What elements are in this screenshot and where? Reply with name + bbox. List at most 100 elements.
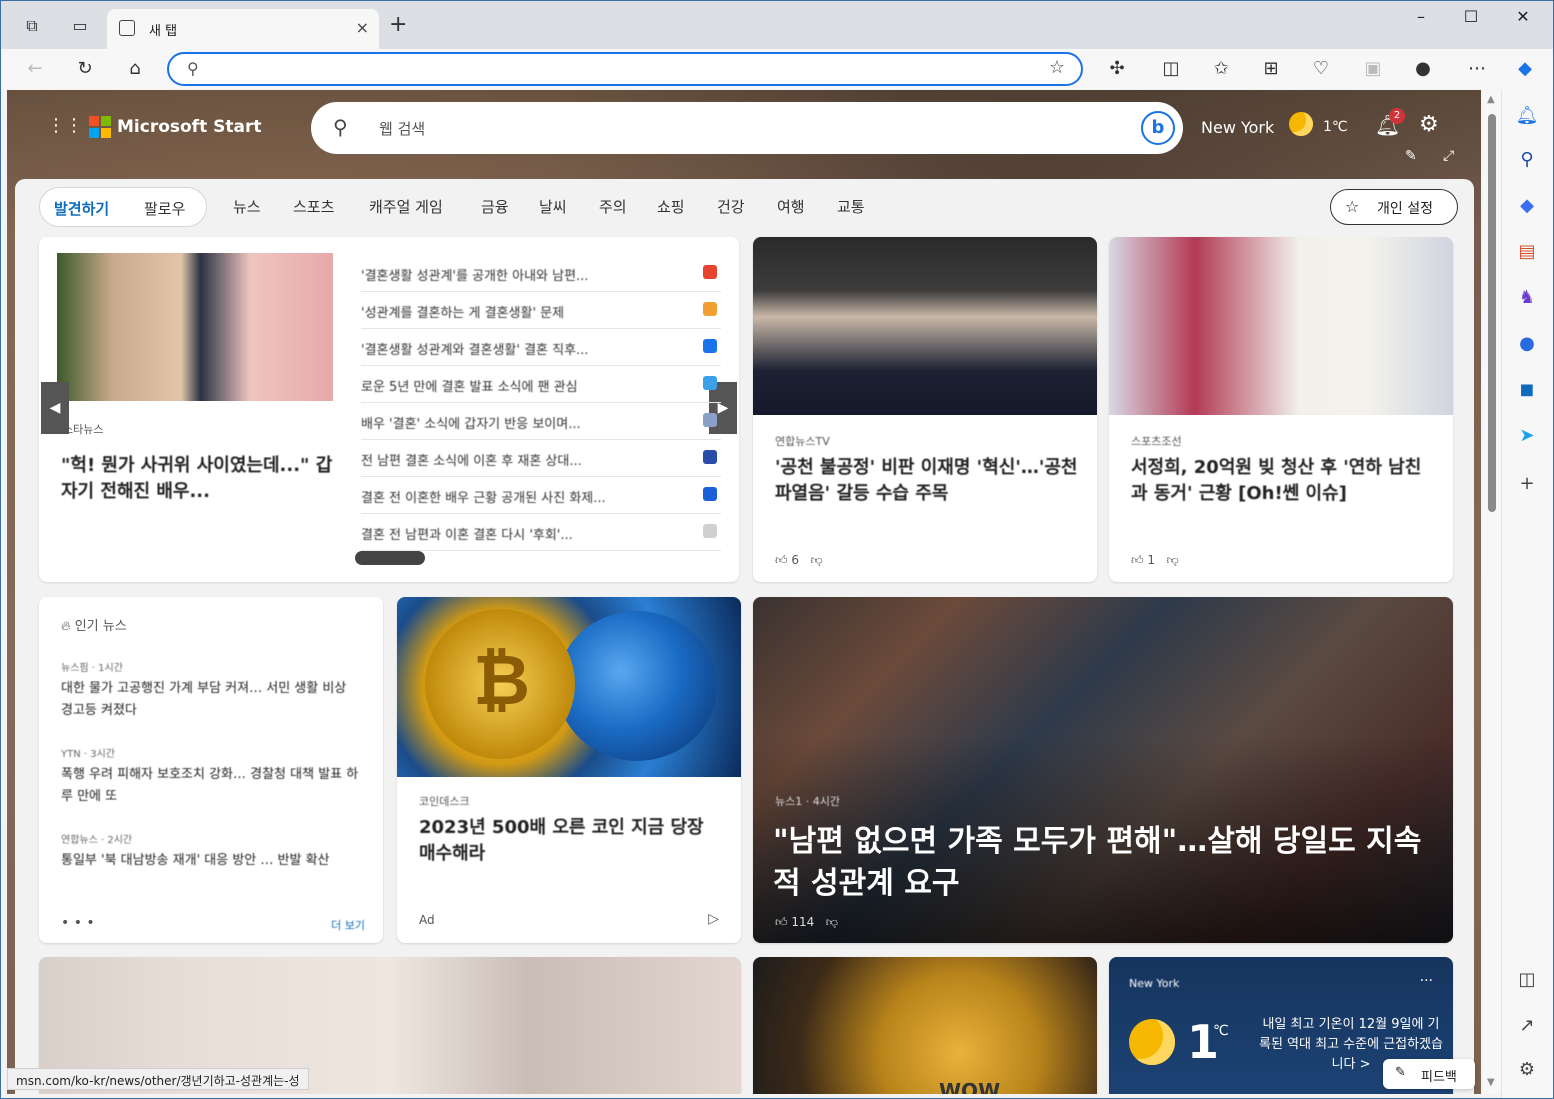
app-launcher-icon[interactable]: ⋮⋮ [47, 116, 83, 136]
news-card-source: 스포츠조선 [1131, 435, 1182, 448]
news-card[interactable]: 연합뉴스TV '공천 불공정' 비판 이재명 '혁신'…'공천 파열음' 갈등 … [753, 237, 1097, 582]
carousel-photo[interactable] [57, 253, 333, 401]
scroll-up-icon[interactable]: ▲ [1487, 94, 1495, 105]
nav-item-finance[interactable]: 금융 [481, 196, 509, 217]
sidebar-add-icon[interactable]: + [1515, 472, 1539, 496]
browser-essentials-icon[interactable]: ♡ [1309, 57, 1333, 81]
ad-choices-icon[interactable]: ▷ [708, 911, 719, 927]
copilot-icon[interactable]: ◆ [1513, 57, 1537, 81]
nav-item-shopping[interactable]: 쇼핑 [657, 196, 685, 217]
ad-source: 코인데스크 [419, 795, 470, 808]
ad-headline[interactable]: 2023년 500배 오른 코인 지금 당장 매수해라 [419, 815, 725, 867]
dogecoin-card[interactable]: WOW [753, 957, 1097, 1094]
maximize-button[interactable]: ☐ [1451, 7, 1491, 26]
nav-item-attention[interactable]: 주의 [599, 196, 627, 217]
nav-item-weather[interactable]: 날씨 [539, 196, 567, 217]
nav-item-traffic[interactable]: 교통 [837, 196, 865, 217]
feature-news-card[interactable]: 뉴스1 · 4시간 "남편 없으면 가족 모두가 편해"…살해 당일도 지속적 … [753, 597, 1453, 943]
list-item[interactable]: 결혼 전 남편과 이혼 결혼 다시 '후회'... [361, 514, 721, 551]
new-tab-button[interactable]: + [389, 14, 407, 36]
news-card-headline[interactable]: '공천 불공정' 비판 이재명 '혁신'…'공천 파열음' 갈등 수습 주목 [775, 455, 1081, 507]
nav-item-health[interactable]: 건강 [717, 196, 745, 217]
sidebar-shopping-icon[interactable]: ◆ [1515, 194, 1539, 218]
trending-card: 🔥︎ 인기 뉴스 뉴스핌 · 1시간 대한 물가 고공행진 가계 부담 커져… … [39, 597, 383, 943]
list-item[interactable]: 로운 5년 만에 결혼 발표 소식에 팬 관심 [361, 366, 721, 403]
home-icon[interactable]: ⌂ [123, 57, 147, 81]
weather-card-city[interactable]: New York [1129, 977, 1179, 990]
trending-item[interactable]: 뉴스핌 · 1시간 대한 물가 고공행진 가계 부담 커져… 서민 생활 비상 … [61, 659, 361, 722]
list-item[interactable]: '결혼생활 성관계'를 공개한 아내와 남편... [361, 255, 721, 292]
scroll-thumb[interactable] [1488, 114, 1496, 512]
sidebar-notifications-icon[interactable]: 🔔︎ [1515, 104, 1539, 128]
page-scrollbar[interactable]: ▲ ▼ [1483, 90, 1501, 1094]
favorites-icon[interactable]: ✩ [1209, 57, 1233, 81]
profile-avatar-icon[interactable]: ● [1411, 57, 1435, 81]
trending-item[interactable]: YTN · 3시간 폭행 우려 피해자 보호조치 강화… 경찰청 대책 발표 하… [61, 745, 361, 808]
carousel-headline[interactable]: "헉! 뭔가 사귀위 사이였는데..." 갑자기 전해진 배우... [61, 453, 337, 505]
news-card-image[interactable] [1109, 237, 1453, 415]
nav-item-casual-games[interactable]: 캐주얼 게임 [369, 196, 443, 217]
see-more-link[interactable]: 더 보기 [331, 917, 365, 933]
minimize-button[interactable]: – [1401, 7, 1441, 26]
sidebar-settings-icon[interactable]: ⚙ [1515, 1058, 1539, 1082]
news-card-headline[interactable]: 서정희, 20억원 빚 청산 후 '연하 남친과 동거' 근황 [Oh!쎈 이슈… [1131, 455, 1437, 507]
favorite-star-icon[interactable]: ☆ [1049, 57, 1065, 78]
sidebar-m365-icon[interactable]: ● [1515, 332, 1539, 356]
sidebar-games-icon[interactable]: ♞ [1515, 286, 1539, 310]
news-card-image[interactable] [753, 237, 1097, 415]
list-item[interactable]: 결혼 전 이혼한 배우 근황 공개된 사진 화제... [361, 477, 721, 514]
nav-item-travel[interactable]: 여행 [777, 196, 805, 217]
list-item[interactable]: '성관계를 결혼하는 게 결혼생활' 문제 [361, 292, 721, 329]
weather-more-icon[interactable]: ··· [1420, 973, 1433, 989]
personalize-button[interactable]: ☆ 개인 설정 [1330, 189, 1458, 225]
sidebar-search-icon[interactable]: ⚲ [1515, 148, 1539, 172]
more-menu-icon[interactable]: ⋯ [1465, 57, 1489, 81]
news-card-likes[interactable]: 👍︎ 6 👎︎ [775, 553, 823, 568]
sidebar-drop-icon[interactable]: ➤ [1515, 424, 1539, 448]
list-item[interactable]: 전 남편 결혼 소식에 이혼 후 재혼 상대... [361, 440, 721, 477]
extensions-icon[interactable]: ✣ [1105, 57, 1129, 81]
tab-close-icon[interactable]: × [356, 18, 369, 37]
more-options-icon[interactable]: • • • [61, 915, 95, 931]
nav-item-sports[interactable]: 스포츠 [293, 196, 334, 217]
news-card[interactable]: 스포츠조선 서정희, 20억원 빚 청산 후 '연하 남친과 동거' 근황 [O… [1109, 237, 1453, 582]
bing-chat-icon[interactable]: b [1141, 111, 1175, 145]
web-search-box[interactable]: ⚲ 웹 검색 b [311, 102, 1183, 154]
tab-discover[interactable]: 발견하기 [54, 198, 109, 219]
background-edit-icon[interactable]: ✎ [1405, 148, 1417, 164]
list-item[interactable]: 배우 '결혼' 소식에 갑자기 반응 보이며... [361, 403, 721, 440]
carousel-pager[interactable] [355, 551, 425, 565]
feedback-button[interactable]: ✎ 피드백 [1383, 1059, 1475, 1089]
address-bar[interactable]: ⚲ ☆ [167, 52, 1083, 86]
ad-card-image[interactable]: ₿ [397, 597, 741, 777]
tab-follow[interactable]: 팔로우 [144, 198, 185, 219]
weather-location[interactable]: New York [1201, 118, 1274, 137]
workspaces-icon[interactable]: ⧉ [21, 15, 43, 37]
refresh-icon[interactable]: ↻ [73, 57, 97, 81]
news-feed: 발견하기 팔로우 뉴스 스포츠 캐주얼 게임 금융 날씨 주의 쇼핑 건강 여행… [15, 179, 1474, 1094]
scroll-down-icon[interactable]: ▼ [1487, 1077, 1495, 1088]
list-item[interactable]: '결혼생활 성관계와 결혼생활' 결혼 직후... [361, 329, 721, 366]
weather-temperature[interactable]: 1℃ [1323, 119, 1348, 135]
nav-item-news[interactable]: 뉴스 [233, 196, 261, 217]
news-card-likes[interactable]: 👍︎ 1 👎︎ [1131, 553, 1179, 568]
ad-card[interactable]: ₿ 코인데스크 2023년 500배 오른 코인 지금 당장 매수해라 Ad ▷ [397, 597, 741, 943]
sidebar-tools-icon[interactable]: ▤ [1515, 240, 1539, 264]
sidebar-open-external-icon[interactable]: ↗ [1515, 1014, 1539, 1038]
feature-headline[interactable]: "남편 없으면 가족 모두가 편해"…살해 당일도 지속적 성관계 요구 [773, 821, 1433, 905]
page-settings-gear-icon[interactable]: ⚙ [1419, 112, 1439, 137]
close-window-button[interactable]: ✕ [1503, 7, 1543, 26]
expand-icon[interactable]: ⤢ [1443, 148, 1454, 164]
feature-likes[interactable]: 👍︎ 114 👎︎ [775, 915, 838, 930]
screenshot-icon[interactable]: ▣ [1361, 57, 1385, 81]
active-tab[interactable]: 새 탭 × [107, 9, 379, 49]
carousel-card[interactable]: ◀ ▶ 스타뉴스 "헉! 뭔가 사귀위 사이였는데..." 갑자기 전해진 배우… [39, 237, 739, 582]
split-screen-icon[interactable]: ◫ [1159, 57, 1183, 81]
sidebar-outlook-icon[interactable]: ◼ [1515, 378, 1539, 402]
sidebar-split-icon[interactable]: ◫ [1515, 968, 1539, 992]
trending-item[interactable]: 연합뉴스 · 2시간 통일부 '북 대남방송 재개' 대응 방안 … 반발 확산 [61, 831, 361, 872]
brand-name[interactable]: Microsoft Start [117, 117, 261, 137]
tab-actions-icon[interactable]: ▭ [69, 15, 91, 37]
collections-icon[interactable]: ⊞ [1259, 57, 1283, 81]
back-icon[interactable]: ← [23, 57, 47, 81]
